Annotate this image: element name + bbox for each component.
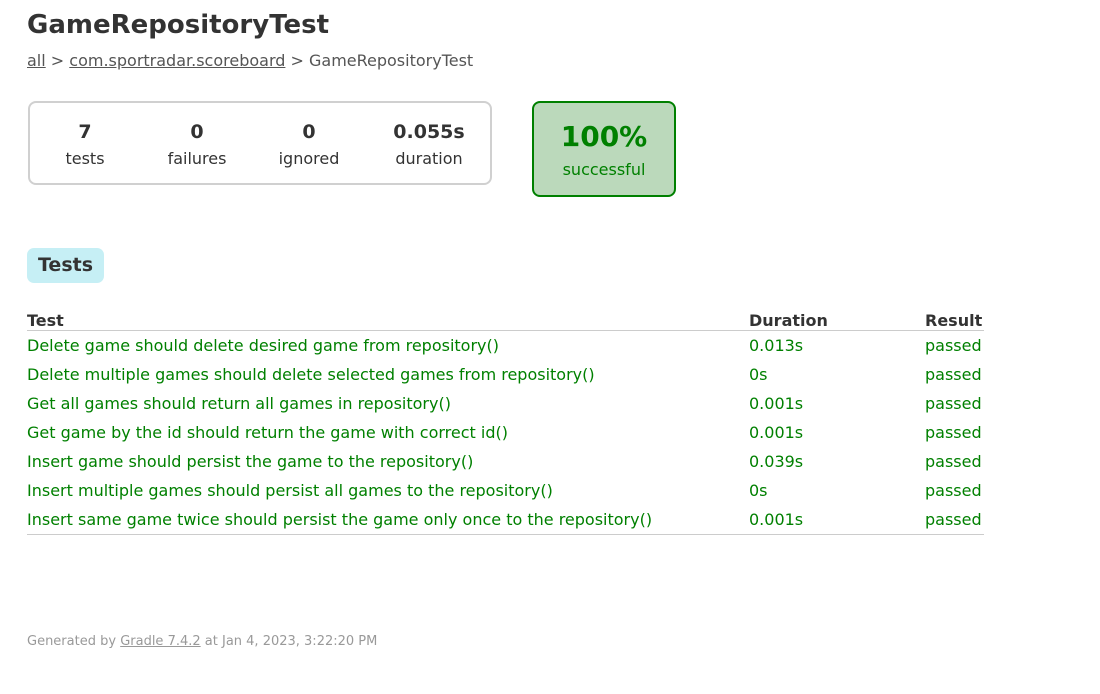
test-name: Insert multiple games should persist all… [27, 481, 553, 500]
tests-label: tests [65, 149, 105, 168]
column-header-test: Test [27, 308, 749, 331]
test-name: Get game by the id should return the gam… [27, 423, 508, 442]
summary-box: 7 tests 0 failures 0 ignored 0.055s dura… [28, 101, 492, 185]
failures-label: failures [167, 149, 227, 168]
failures-count: 0 [190, 121, 204, 143]
table-row: Delete multiple games should delete sele… [27, 360, 984, 389]
tests-table: Test Duration Result Delete game should … [27, 308, 984, 535]
table-row: Get all games should return all games in… [27, 389, 984, 418]
success-rate-box: 100% successful [532, 101, 676, 197]
test-duration: 0.001s [749, 505, 925, 535]
page-title: GameRepositoryTest [27, 10, 330, 40]
test-result: passed [925, 365, 982, 384]
breadcrumb-current: GameRepositoryTest [308, 51, 474, 70]
table-row: Insert same game twice should persist th… [27, 505, 984, 535]
test-name: Delete multiple games should delete sele… [27, 365, 595, 384]
breadcrumb-separator: > [45, 51, 70, 70]
test-result: passed [925, 423, 982, 442]
test-name: Delete game should delete desired game f… [27, 336, 499, 355]
failures-counter: 0 failures [142, 120, 252, 169]
column-header-result: Result [925, 308, 984, 331]
success-rate-value: 100% [560, 120, 648, 153]
breadcrumb-link-package[interactable]: com.sportradar.scoreboard [69, 51, 285, 70]
test-result: passed [925, 481, 982, 500]
footer-timestamp: at Jan 4, 2023, 3:22:20 PM [200, 634, 378, 649]
test-duration: 0s [749, 481, 768, 500]
duration-value: 0.055s [393, 121, 465, 143]
breadcrumb: all > com.sportradar.scoreboard > GameRe… [27, 51, 473, 71]
duration-counter: 0.055s duration [374, 120, 484, 169]
ignored-count: 0 [302, 121, 316, 143]
test-result: passed [925, 394, 982, 413]
table-header-row: Test Duration Result [27, 308, 984, 331]
gradle-link[interactable]: Gradle 7.4.2 [120, 634, 200, 649]
column-header-duration: Duration [749, 308, 925, 331]
test-result: passed [925, 452, 982, 471]
test-name: Insert game should persist the game to t… [27, 452, 474, 471]
tab-tests[interactable]: Tests [27, 248, 105, 283]
tests-count: 7 [78, 121, 92, 143]
table-row: Insert multiple games should persist all… [27, 476, 984, 505]
test-duration: 0.013s [749, 336, 804, 355]
test-result: passed [925, 505, 984, 535]
table-row: Insert game should persist the game to t… [27, 447, 984, 476]
test-duration: 0.039s [749, 452, 804, 471]
test-duration: 0.001s [749, 423, 804, 442]
footer-prefix: Generated by [27, 634, 121, 649]
test-duration: 0.001s [749, 394, 804, 413]
duration-label: duration [395, 149, 463, 168]
table-row: Get game by the id should return the gam… [27, 418, 984, 447]
success-rate-label: successful [562, 160, 646, 179]
test-name: Insert same game twice should persist th… [27, 505, 749, 535]
test-duration: 0s [749, 365, 768, 384]
breadcrumb-link-all[interactable]: all [27, 51, 46, 70]
tests-counter: 7 tests [30, 120, 140, 169]
breadcrumb-separator: > [285, 51, 309, 70]
ignored-label: ignored [278, 149, 340, 168]
test-name: Get all games should return all games in… [27, 394, 451, 413]
test-result: passed [925, 336, 982, 355]
table-row: Delete game should delete desired game f… [27, 331, 984, 361]
footer: Generated by Gradle 7.4.2 at Jan 4, 2023… [27, 634, 377, 650]
ignored-counter: 0 ignored [254, 120, 364, 169]
